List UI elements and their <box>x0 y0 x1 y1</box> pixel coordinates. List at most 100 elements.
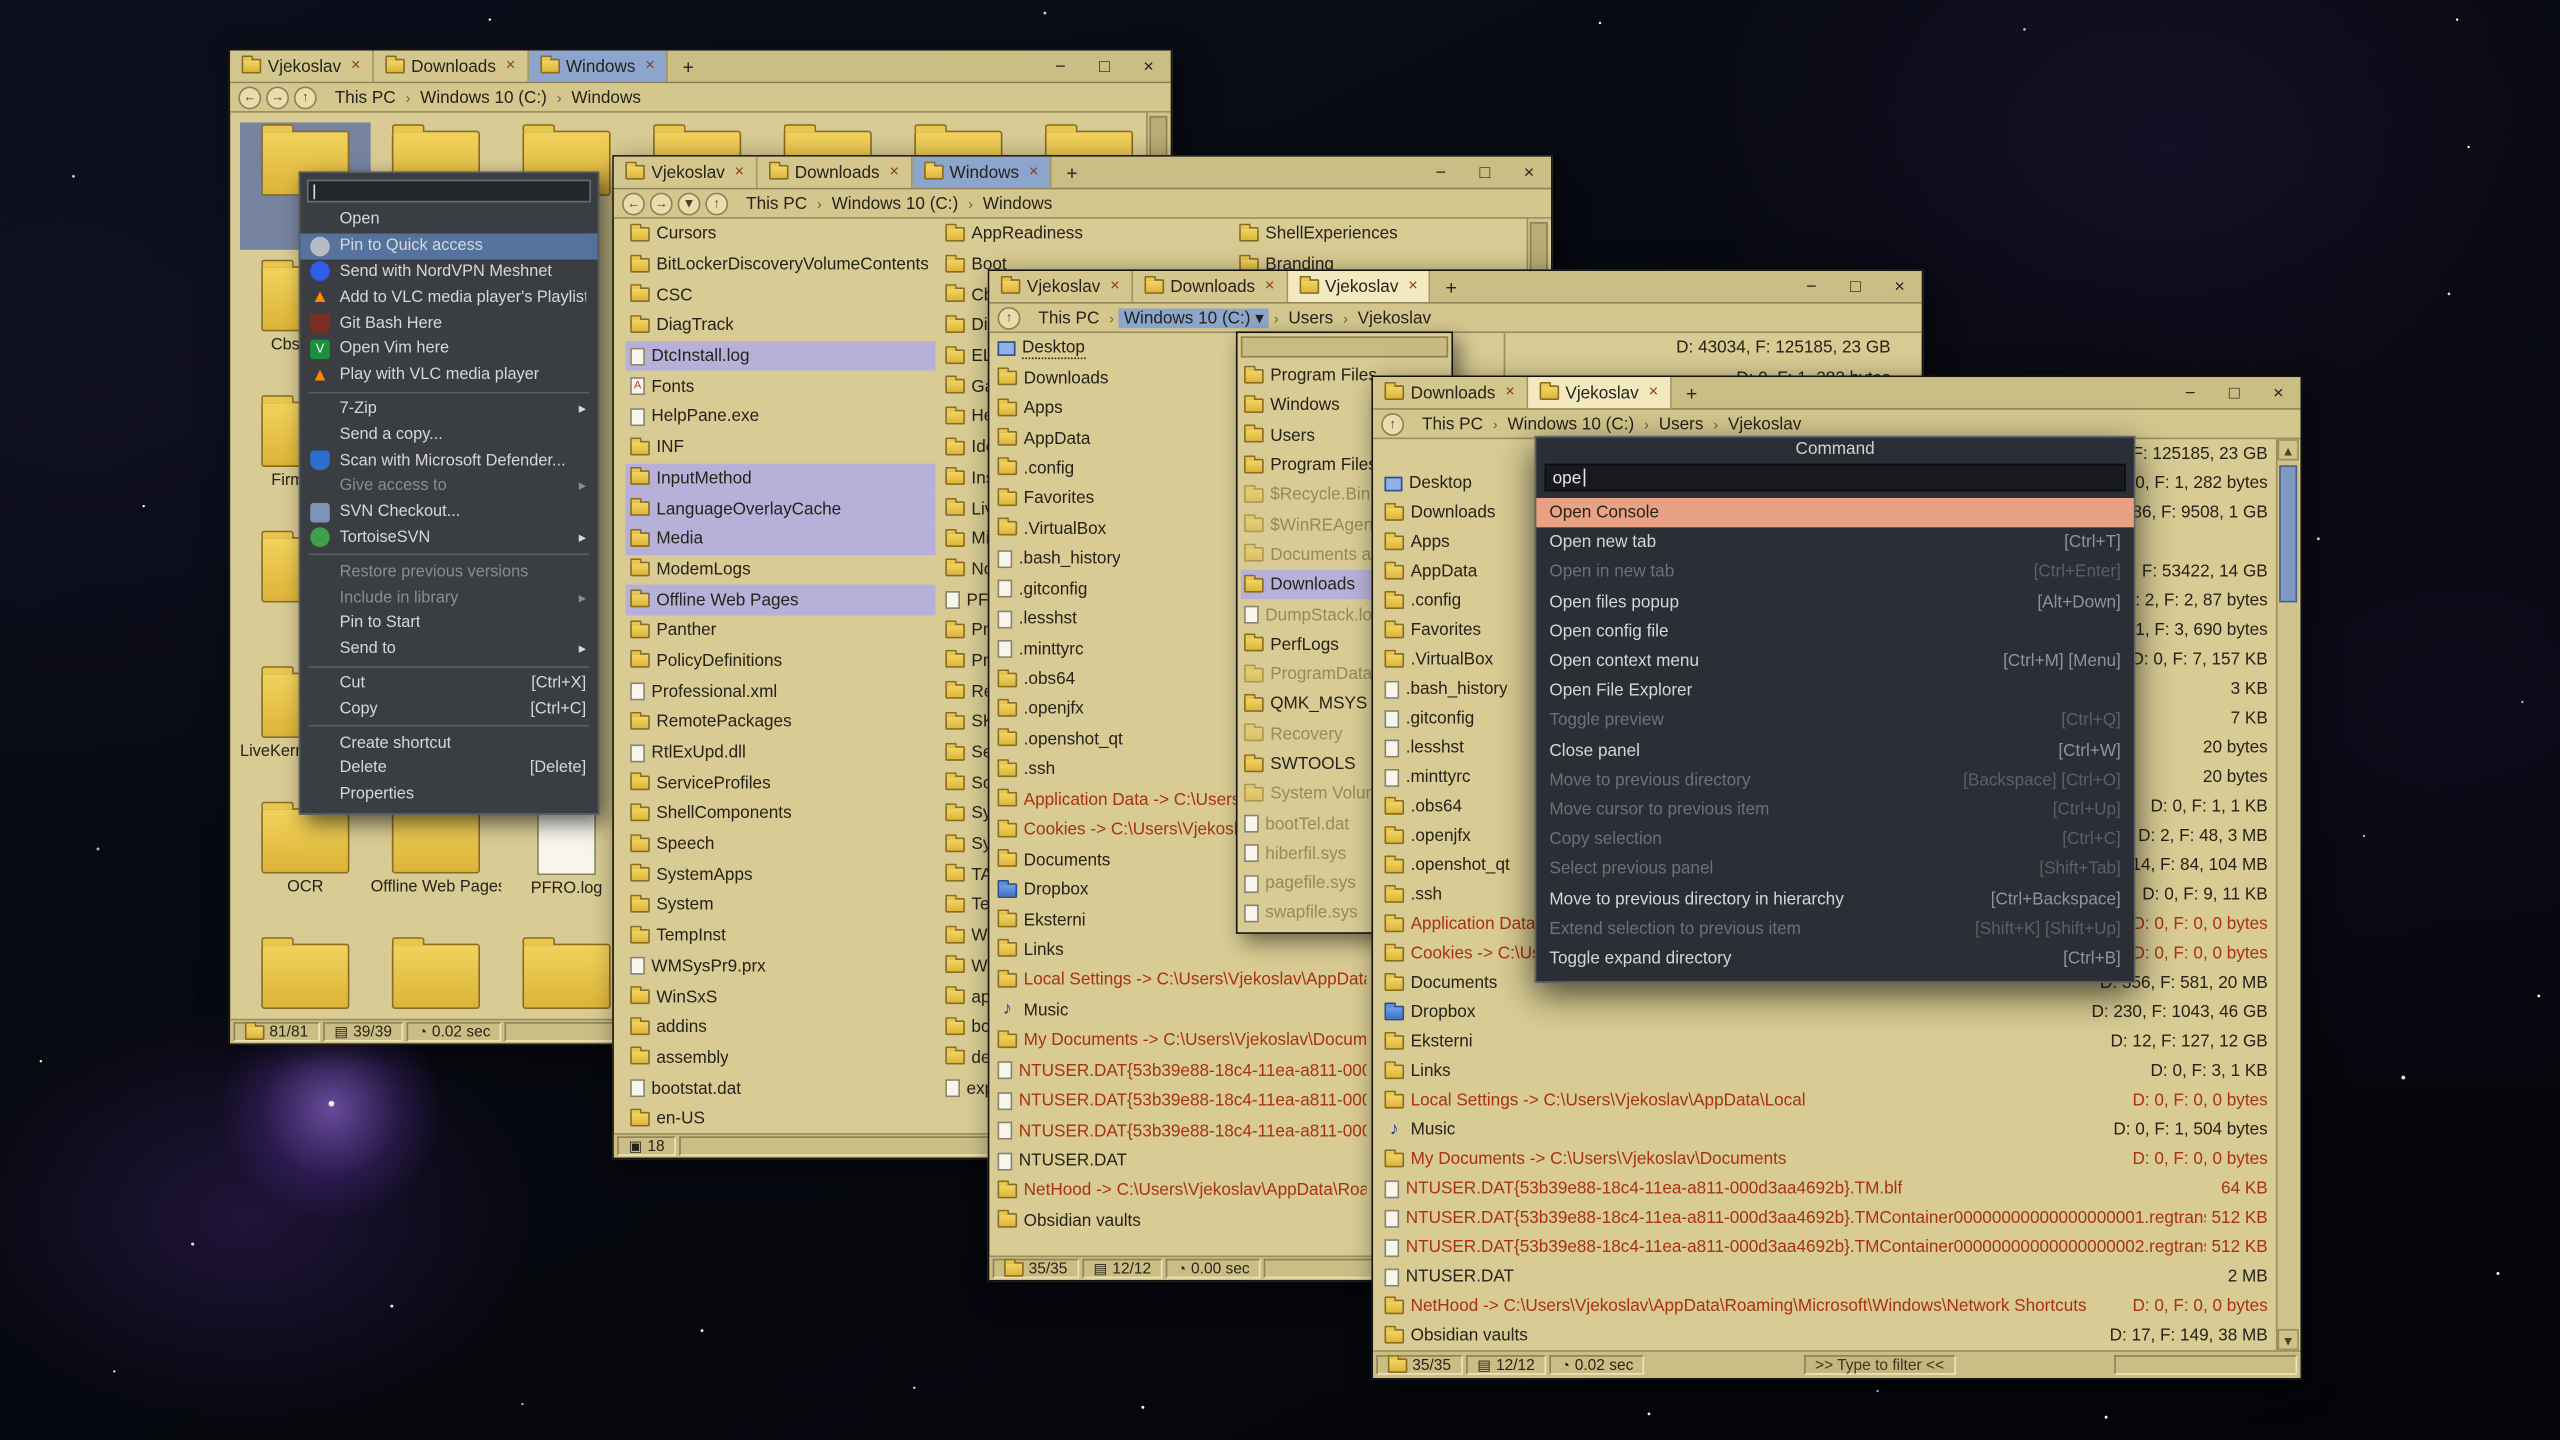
file-row[interactable]: EksterniD: 12, F: 127, 12 GB <box>1380 1027 2276 1056</box>
maximize-button[interactable]: □ <box>2212 377 2256 408</box>
scrollbar-thumb[interactable] <box>2279 465 2297 602</box>
up-button[interactable]: ↑ <box>294 86 317 109</box>
close-button[interactable]: × <box>2256 377 2300 408</box>
breadcrumb-segment-this-pc[interactable]: This PC <box>330 87 401 107</box>
menu-item-7-zip[interactable]: 7-Zip▸ <box>300 396 597 422</box>
tab-close-icon[interactable]: × <box>1029 163 1039 181</box>
popup-filter-input[interactable] <box>1241 336 1448 357</box>
tab-downloads[interactable]: Downloads× <box>1133 271 1288 302</box>
file-row[interactable]: CSC <box>625 280 935 311</box>
file-row[interactable]: RtlExUpd.dll <box>625 737 935 768</box>
command-item-toggle-preview[interactable]: Toggle preview[Ctrl+Q] <box>1536 706 2134 736</box>
menu-item-give-access-to[interactable]: Give access to▸ <box>300 473 597 499</box>
command-item-close-panel[interactable]: Close panel[Ctrl+W] <box>1536 736 2134 766</box>
tab-close-icon[interactable]: × <box>351 57 361 75</box>
new-tab-button[interactable]: + <box>1431 271 1472 302</box>
file-row[interactable]: assembly <box>625 1043 935 1074</box>
breadcrumb-segment-vjekoslav[interactable]: Vjekoslav <box>1723 414 1806 434</box>
file-row[interactable]: TempInst <box>625 921 935 952</box>
tab-vjekoslav[interactable]: Vjekoslav× <box>1528 377 1671 408</box>
back-button[interactable]: ← <box>622 192 645 215</box>
file-row[interactable]: addins <box>625 1012 935 1043</box>
minimize-button[interactable]: − <box>1789 271 1833 302</box>
maximize-button[interactable]: □ <box>1833 271 1877 302</box>
tab-bar[interactable]: Downloads×Vjekoslav×+−□× <box>1373 377 2300 410</box>
menu-item-send-to[interactable]: Send to▸ <box>300 636 597 662</box>
command-item-open-config-file[interactable]: Open config file <box>1536 617 2134 647</box>
file-row[interactable]: ServiceProfiles <box>625 768 935 799</box>
new-tab-button[interactable]: + <box>1671 377 1712 408</box>
file-row[interactable]: NTUSER.DAT <box>993 1146 1372 1176</box>
breadcrumb-segment-users[interactable]: Users <box>1654 414 1709 434</box>
command-item-open-in-new-tab[interactable]: Open in new tab[Ctrl+Enter] <box>1536 557 2134 587</box>
close-button[interactable]: × <box>1878 271 1922 302</box>
history-dropdown-button[interactable]: ▼ <box>678 192 701 215</box>
file-row[interactable]: NetHood -> C:\Users\Vjekoslav\AppData\Ro… <box>1380 1291 2276 1320</box>
tab-close-icon[interactable]: × <box>1265 278 1275 296</box>
close-button[interactable]: × <box>1127 51 1171 82</box>
breadcrumb-segment-windows-10-c[interactable]: Windows 10 (C:) <box>415 87 552 107</box>
breadcrumb-segment-this-pc[interactable]: This PC <box>741 193 812 213</box>
back-button[interactable]: ← <box>238 86 261 109</box>
file-row[interactable]: NTUSER.DAT2 MB <box>1380 1262 2276 1291</box>
file-row[interactable]: Panther <box>625 615 935 646</box>
breadcrumb-segment-windows[interactable]: Windows <box>566 87 645 107</box>
menu-item-restore-previous-versions[interactable]: Restore previous versions <box>300 559 597 585</box>
file-row[interactable]: bootstat.dat <box>625 1073 935 1104</box>
file-row[interactable]: System <box>625 890 935 921</box>
grid-item[interactable] <box>371 936 502 1019</box>
file-row[interactable]: RemotePackages <box>625 707 935 738</box>
menu-item-git-bash-here[interactable]: Git Bash Here <box>300 311 597 337</box>
file-row[interactable]: Local Settings -> C:\Users\Vjekoslav\App… <box>1380 1086 2276 1115</box>
tab-vjekoslav[interactable]: Vjekoslav× <box>989 271 1132 302</box>
file-row[interactable]: PolicyDefinitions <box>625 646 935 677</box>
file-row[interactable]: AppReadiness <box>940 219 1234 250</box>
menu-item-tortoisesvn[interactable]: TortoiseSVN▸ <box>300 525 597 551</box>
file-row[interactable]: WMSysPr9.prx <box>625 951 935 982</box>
grid-item-offline-web-pages[interactable]: Offline Web Pages <box>371 800 502 927</box>
menu-item-svn-checkout[interactable]: SVN Checkout... <box>300 499 597 525</box>
file-row[interactable]: Obsidian vaultsD: 17, F: 149, 38 MB <box>1380 1321 2276 1350</box>
grid-item[interactable] <box>240 936 371 1019</box>
scrollbar[interactable]: ▲ ▼ <box>2276 439 2299 1350</box>
tab-close-icon[interactable]: × <box>889 163 899 181</box>
tab-bar[interactable]: Vjekoslav×Downloads×Windows×+−□× <box>614 157 1551 190</box>
tab-windows[interactable]: Windows× <box>912 157 1052 188</box>
up-button[interactable]: ↑ <box>998 306 1021 329</box>
new-tab-button[interactable]: + <box>1052 157 1093 188</box>
menu-item-pin-to-quick-access[interactable]: Pin to Quick access <box>300 233 597 259</box>
tab-vjekoslav[interactable]: Vjekoslav× <box>230 51 373 82</box>
breadcrumb-segment-vjekoslav[interactable]: Vjekoslav <box>1353 308 1436 328</box>
tab-downloads[interactable]: Downloads× <box>374 51 529 82</box>
breadcrumb-segment-windows-10-c[interactable]: Windows 10 (C:) ▾ <box>1119 308 1269 328</box>
file-row[interactable]: Links <box>993 935 1372 965</box>
file-row[interactable]: My Documents -> C:\Users\Vjekoslav\Docum… <box>993 1025 1372 1055</box>
file-row[interactable]: NTUSER.DAT{53b39e88-18c4-11ea-a811-000d3… <box>993 1056 1372 1086</box>
breadcrumb-segment-windows-10-c[interactable]: Windows 10 (C:) <box>1503 414 1640 434</box>
scroll-up-arrow-icon[interactable]: ▲ <box>2278 439 2299 460</box>
breadcrumb-segment-windows[interactable]: Windows <box>978 193 1057 213</box>
file-row[interactable]: NTUSER.DAT{53b39e88-18c4-11ea-a811-000d3… <box>993 1116 1372 1146</box>
maximize-button[interactable]: □ <box>1463 157 1507 188</box>
file-row[interactable]: NetHood -> C:\Users\Vjekoslav\AppData\Ro… <box>993 1176 1372 1206</box>
command-item-move-cursor-to-previous-item[interactable]: Move cursor to previous item[Ctrl+Up] <box>1536 795 2134 825</box>
tab-close-icon[interactable]: × <box>1110 278 1120 296</box>
file-row[interactable]: Local Settings -> C:\Users\Vjekoslav\App… <box>993 965 1372 995</box>
grid-item-ocr[interactable]: OCR <box>240 800 371 927</box>
up-button[interactable]: ↑ <box>705 192 728 215</box>
menu-item-send-with-nordvpn-meshnet[interactable]: Send with NordVPN Meshnet <box>300 259 597 285</box>
file-row[interactable]: SystemApps <box>625 859 935 890</box>
menu-item-include-in-library[interactable]: Include in library▸ <box>300 585 597 611</box>
file-row[interactable]: en-US <box>625 1104 935 1133</box>
menu-item-create-shortcut[interactable]: Create shortcut <box>300 730 597 756</box>
file-row[interactable]: ShellExperiences <box>1234 219 1526 250</box>
file-row[interactable]: BitLockerDiscoveryVolumeContents <box>625 249 935 280</box>
tab-bar[interactable]: Vjekoslav×Downloads×Vjekoslav×+−□× <box>989 271 1921 304</box>
command-item-open-file-explorer[interactable]: Open File Explorer <box>1536 676 2134 706</box>
scroll-down-arrow-icon[interactable]: ▼ <box>2278 1329 2299 1350</box>
command-item-open-context-menu[interactable]: Open context menu[Ctrl+M] [Menu] <box>1536 646 2134 676</box>
tab-close-icon[interactable]: × <box>506 57 516 75</box>
menu-item-properties[interactable]: Properties <box>300 782 597 808</box>
file-row[interactable]: Speech <box>625 829 935 860</box>
file-row[interactable]: AFonts <box>625 371 935 402</box>
